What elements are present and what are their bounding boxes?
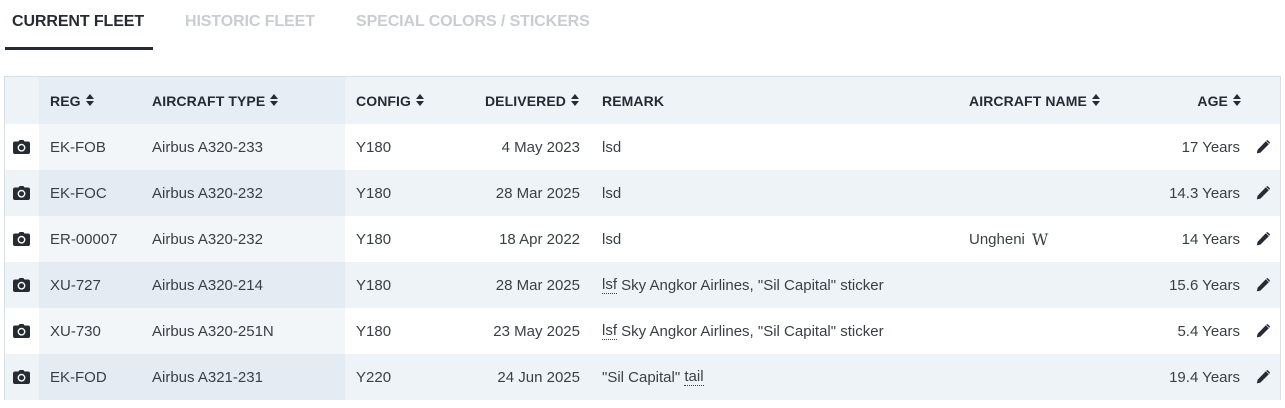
age-cell: 14 Years [1181, 230, 1240, 248]
config-cell: Y180 [356, 184, 392, 202]
aircraft-type-cell[interactable]: Airbus A321-231 [152, 354, 263, 400]
tab-special-colors-stickers[interactable]: SPECIAL COLORS / STICKERS [356, 13, 590, 31]
sort-icon [270, 94, 279, 107]
tab-historic-fleet[interactable]: HISTORIC FLEET [185, 13, 315, 31]
wikipedia-icon[interactable]: W [1032, 230, 1048, 249]
table-row: EK-FOB Airbus A320-233 Y180 4 May 2023 l… [5, 124, 1280, 170]
config-cell: Y180 [356, 322, 392, 340]
column-header-config[interactable]: CONFIG [356, 77, 425, 124]
pencil-icon[interactable] [1256, 278, 1270, 292]
reg-cell[interactable]: EK-FOC [50, 170, 107, 216]
delivered-cell: 4 May 2023 [501, 138, 580, 156]
sort-icon [1091, 94, 1101, 107]
aircraft-type-cell[interactable]: Airbus A320-214 [152, 262, 263, 308]
remark-cell: lsd [602, 184, 622, 202]
reg-cell[interactable]: EK-FOD [50, 354, 107, 400]
camera-icon[interactable] [13, 232, 30, 246]
pencil-icon[interactable] [1256, 140, 1270, 154]
camera-icon[interactable] [13, 186, 30, 200]
delivered-cell: 23 May 2025 [493, 322, 580, 340]
sort-icon [85, 94, 95, 107]
delivered-cell: 24 Jun 2025 [497, 368, 580, 386]
remark-cell: "Sil Capital" tail [602, 368, 704, 386]
pencil-icon[interactable] [1256, 370, 1270, 384]
aircraft-type-cell[interactable]: Airbus A320-251N [152, 308, 274, 354]
aircraft-type-cell[interactable]: Airbus A320-232 [152, 216, 263, 262]
remark-abbreviation[interactable]: tail [684, 368, 704, 386]
table-row: EK-FOD Airbus A321-231 Y220 24 Jun 2025 … [5, 354, 1280, 400]
age-cell: 15.6 Years [1169, 276, 1240, 294]
fleet-table: REG AIRCRAFT TYPE CONFIG DELIVERED REMAR… [4, 76, 1281, 400]
delivered-cell: 28 Mar 2025 [495, 184, 580, 202]
aircraft-type-cell[interactable]: Airbus A320-233 [152, 124, 263, 170]
age-cell: 19.4 Years [1169, 368, 1240, 386]
age-cell: 17 Years [1181, 138, 1240, 156]
camera-icon[interactable] [13, 324, 30, 338]
table-row: EK-FOC Airbus A320-232 Y180 28 Mar 2025 … [5, 170, 1280, 216]
remark-cell: lsd [602, 230, 622, 248]
remark-cell: lsf Sky Angkor Airlines, "Sil Capital" s… [602, 322, 884, 340]
tab-bar: CURRENT FLEET HISTORIC FLEET SPECIAL COL… [0, 0, 1285, 52]
config-cell: Y180 [356, 230, 392, 248]
config-cell: Y220 [356, 368, 392, 386]
column-header-reg[interactable]: REG [50, 77, 95, 124]
table-row: XU-730 Airbus A320-251N Y180 23 May 2025… [5, 308, 1280, 354]
column-header-aircraft-type[interactable]: AIRCRAFT TYPE [152, 77, 279, 124]
config-cell: Y180 [356, 138, 392, 156]
column-header-remark: REMARK [602, 92, 665, 109]
config-cell: Y180 [356, 276, 392, 294]
table-row: XU-727 Airbus A320-214 Y180 28 Mar 2025 … [5, 262, 1280, 308]
pencil-icon[interactable] [1256, 324, 1270, 338]
camera-icon[interactable] [13, 370, 30, 384]
remark-cell: lsf Sky Angkor Airlines, "Sil Capital" s… [602, 276, 884, 294]
pencil-icon[interactable] [1256, 186, 1270, 200]
active-tab-indicator [5, 47, 153, 50]
pencil-icon[interactable] [1256, 232, 1270, 246]
remark-cell: lsd [602, 138, 622, 156]
reg-cell[interactable]: ER-00007 [50, 216, 118, 262]
aircraft-type-cell[interactable]: Airbus A320-232 [152, 170, 263, 216]
table-row: ER-00007 Airbus A320-232 Y180 18 Apr 202… [5, 216, 1280, 262]
reg-cell[interactable]: EK-FOB [50, 124, 106, 170]
column-header-aircraft-name[interactable]: AIRCRAFT NAME [969, 77, 1101, 124]
sort-icon [1233, 94, 1242, 107]
reg-cell[interactable]: XU-730 [50, 308, 101, 354]
camera-icon[interactable] [13, 278, 30, 292]
column-header-age[interactable]: AGE [1197, 77, 1242, 124]
reg-cell[interactable]: XU-727 [50, 262, 101, 308]
column-header-delivered[interactable]: DELIVERED [485, 77, 580, 124]
sort-icon [416, 94, 425, 107]
tab-current-fleet[interactable]: CURRENT FLEET [12, 13, 144, 31]
age-cell: 5.4 Years [1177, 322, 1240, 340]
age-cell: 14.3 Years [1169, 184, 1240, 202]
delivered-cell: 28 Mar 2025 [495, 276, 580, 294]
remark-abbreviation[interactable]: lsf [602, 276, 617, 294]
delivered-cell: 18 Apr 2022 [499, 230, 580, 248]
camera-icon[interactable] [13, 140, 30, 154]
sort-icon [571, 94, 580, 107]
table-header-row: REG AIRCRAFT TYPE CONFIG DELIVERED REMAR… [5, 77, 1280, 124]
remark-abbreviation[interactable]: lsf [602, 322, 617, 340]
aircraft-name-cell: Ungheni W [969, 229, 1049, 249]
